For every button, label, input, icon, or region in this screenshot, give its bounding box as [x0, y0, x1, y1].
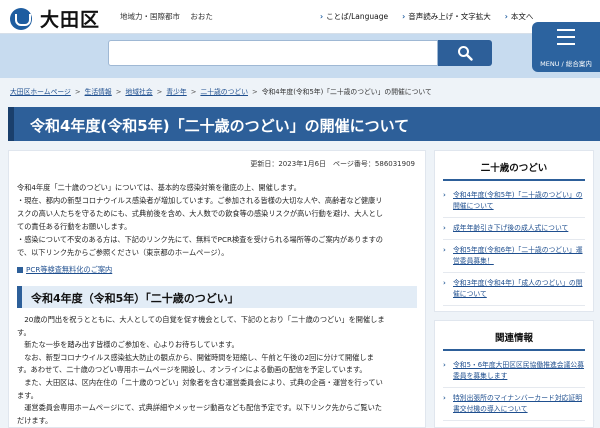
- intro-line: ・感染について不安のある方は、下記のリンク先にて、無料でPCR検査を受けられる場…: [17, 235, 383, 244]
- section-title: 令和4年度（令和5年）「二十歳のつどい」: [31, 292, 239, 305]
- external-link-icon: [17, 267, 23, 273]
- breadcrumb-link[interactable]: 地域社会: [125, 88, 152, 96]
- pcr-info-link[interactable]: PCR等検査無料化のご案内: [17, 265, 112, 275]
- tagline: 地域力・国際都市 おおた: [120, 11, 221, 22]
- body-line: ます。: [17, 390, 38, 400]
- site-logo[interactable]: 大田区: [10, 5, 100, 32]
- sidebar-item[interactable]: › 成年年齢引き下げ後の成人式について: [443, 218, 585, 240]
- chevron-right-icon: ›: [443, 224, 446, 232]
- page-title-bar: 令和4年度(令和5年)「二十歳のつどい」の開催について: [8, 107, 600, 141]
- update-info: 更新日：2023年1月6日 ページ番号：586031909: [250, 160, 415, 168]
- sidebar-item[interactable]: › 令和5年度(令和6年)「二十歳のつどい」運営委員募集！: [443, 240, 585, 273]
- search-icon: [458, 46, 473, 61]
- tagline-part: おおた: [190, 12, 213, 21]
- main-content: 更新日：2023年1月6日 ページ番号：586031909 令和4年度「二十歳の…: [8, 150, 426, 428]
- breadcrumb-current: 令和4年度(令和5年)「二十歳のつどい」の開催について: [261, 88, 432, 96]
- breadcrumb: 大田区ホームページ > 生活情報 > 地域社会 > 青少年 > 二十歳のつどい > 令和4年度(令和…: [10, 88, 432, 96]
- body-line: だけます。: [17, 415, 53, 425]
- chevron-right-icon: ›: [443, 191, 446, 199]
- breadcrumb-link[interactable]: 生活情報: [85, 88, 112, 96]
- intro-line: ・現在、都内の新型コロナウイルス感染者が増加しています。ご参加される皆様の大切な…: [17, 196, 383, 205]
- related-title: 関連情報: [443, 321, 585, 351]
- tagline-part: 地域力・国際都市: [120, 12, 180, 21]
- menu-button[interactable]: MENU / 総合案内: [532, 22, 600, 72]
- intro-line: ての責任ある行動をお願いします。: [17, 222, 132, 231]
- skip-to-content-link[interactable]: 本文へ: [505, 11, 534, 22]
- related-item[interactable]: › 令和5・6年度大田区区民協働推進会議公募委員を募集します: [443, 355, 585, 388]
- intro-text: 令和4年度「二十歳のつどい」については、基本的な感染対策を徹底の上、開催します。…: [17, 181, 417, 259]
- hamburger-icon: [557, 29, 575, 50]
- breadcrumb-link[interactable]: 青少年: [166, 88, 186, 96]
- sidebar-related: 関連情報 › 令和5・6年度大田区区民協働推進会議公募委員を募集します › 特別出張…: [434, 320, 594, 428]
- sidebar-item[interactable]: › 令和3年度(令和4年)「成人のつどい」の開催について: [443, 273, 585, 306]
- body-line: す。: [17, 327, 31, 337]
- intro-line: スクの高い人たちを守るためにも、式典前後を含め、大人数での飲食等の感染リスクが高…: [17, 209, 383, 218]
- intro-line: 令和4年度「二十歳のつどい」については、基本的な感染対策を徹底の上、開催します。: [17, 183, 301, 192]
- language-link[interactable]: ことば/Language: [320, 11, 388, 22]
- body-line: 運営委員会専用ホームページにて、式典詳細やメッセージ動画なども配信予定です。以下…: [17, 403, 382, 413]
- chevron-right-icon: ›: [443, 361, 446, 369]
- sidebar-section-nav: 二十歳のつどい › 令和4年度(令和5年)「二十歳のつどい」の開催について › 成年…: [434, 150, 594, 312]
- chevron-right-icon: ›: [443, 279, 446, 287]
- menu-label: MENU / 総合案内: [540, 60, 592, 68]
- pcr-link-label: PCR等検査無料化のご案内: [26, 265, 113, 274]
- section-heading: 令和4年度（令和5年）「二十歳のつどい」: [17, 286, 417, 308]
- chevron-right-icon: ›: [443, 246, 446, 254]
- breadcrumb-link[interactable]: 大田区ホームページ: [10, 88, 71, 96]
- section-body: 20歳の門出を祝うとともに、大人としての自覚を促す機会として、下記のとおり「二十…: [17, 314, 417, 427]
- body-line: 新たな一歩を踏み出す皆様のご参加を、心よりお待ちしています。: [17, 340, 239, 350]
- body-line: す。あわせて、二十歳のつどい専用ホームページを開設し、オンラインによる動画の配信…: [17, 365, 367, 375]
- sidebar-item[interactable]: › 令和4年度(令和5年)「二十歳のつどい」の開催について: [443, 185, 585, 218]
- city-emblem-icon: [10, 7, 32, 30]
- search-button[interactable]: [438, 40, 492, 66]
- sidebar-title: 二十歳のつどい: [443, 151, 585, 181]
- search-band: [0, 34, 600, 78]
- search-input[interactable]: [108, 40, 438, 66]
- body-line: 20歳の門出を祝うとともに、大人としての自覚を促す機会として、下記のとおり「二十…: [17, 315, 385, 324]
- body-line: なお、新型コロナウイルス感染拡大防止の観点から、開催時間を短縮し、午前と午後の2…: [17, 352, 374, 362]
- accessibility-link[interactable]: 音声読み上げ・文字拡大: [402, 11, 491, 22]
- intro-line: で、以下リンク先からご参照ください（東京都のホームページ）。: [17, 248, 229, 257]
- page-title: 令和4年度(令和5年)「二十歳のつどい」の開催について: [30, 117, 410, 135]
- related-item[interactable]: › 特別出張所のマイナンバーカード対応証明書交付機の導入について: [443, 388, 585, 421]
- site-name: 大田区: [40, 9, 101, 31]
- site-header: 大田区 地域力・国際都市 おおた ことば/Language 音声読み上げ・文字拡…: [0, 0, 600, 34]
- utility-links: ことば/Language 音声読み上げ・文字拡大 本文へ: [320, 11, 547, 22]
- chevron-right-icon: ›: [443, 394, 446, 402]
- breadcrumb-link[interactable]: 二十歳のつどい: [200, 88, 248, 96]
- body-line: また、大田区は、区内在住の「二十歳のつどい」対象者を含む運営委員会により、式典の…: [17, 377, 383, 387]
